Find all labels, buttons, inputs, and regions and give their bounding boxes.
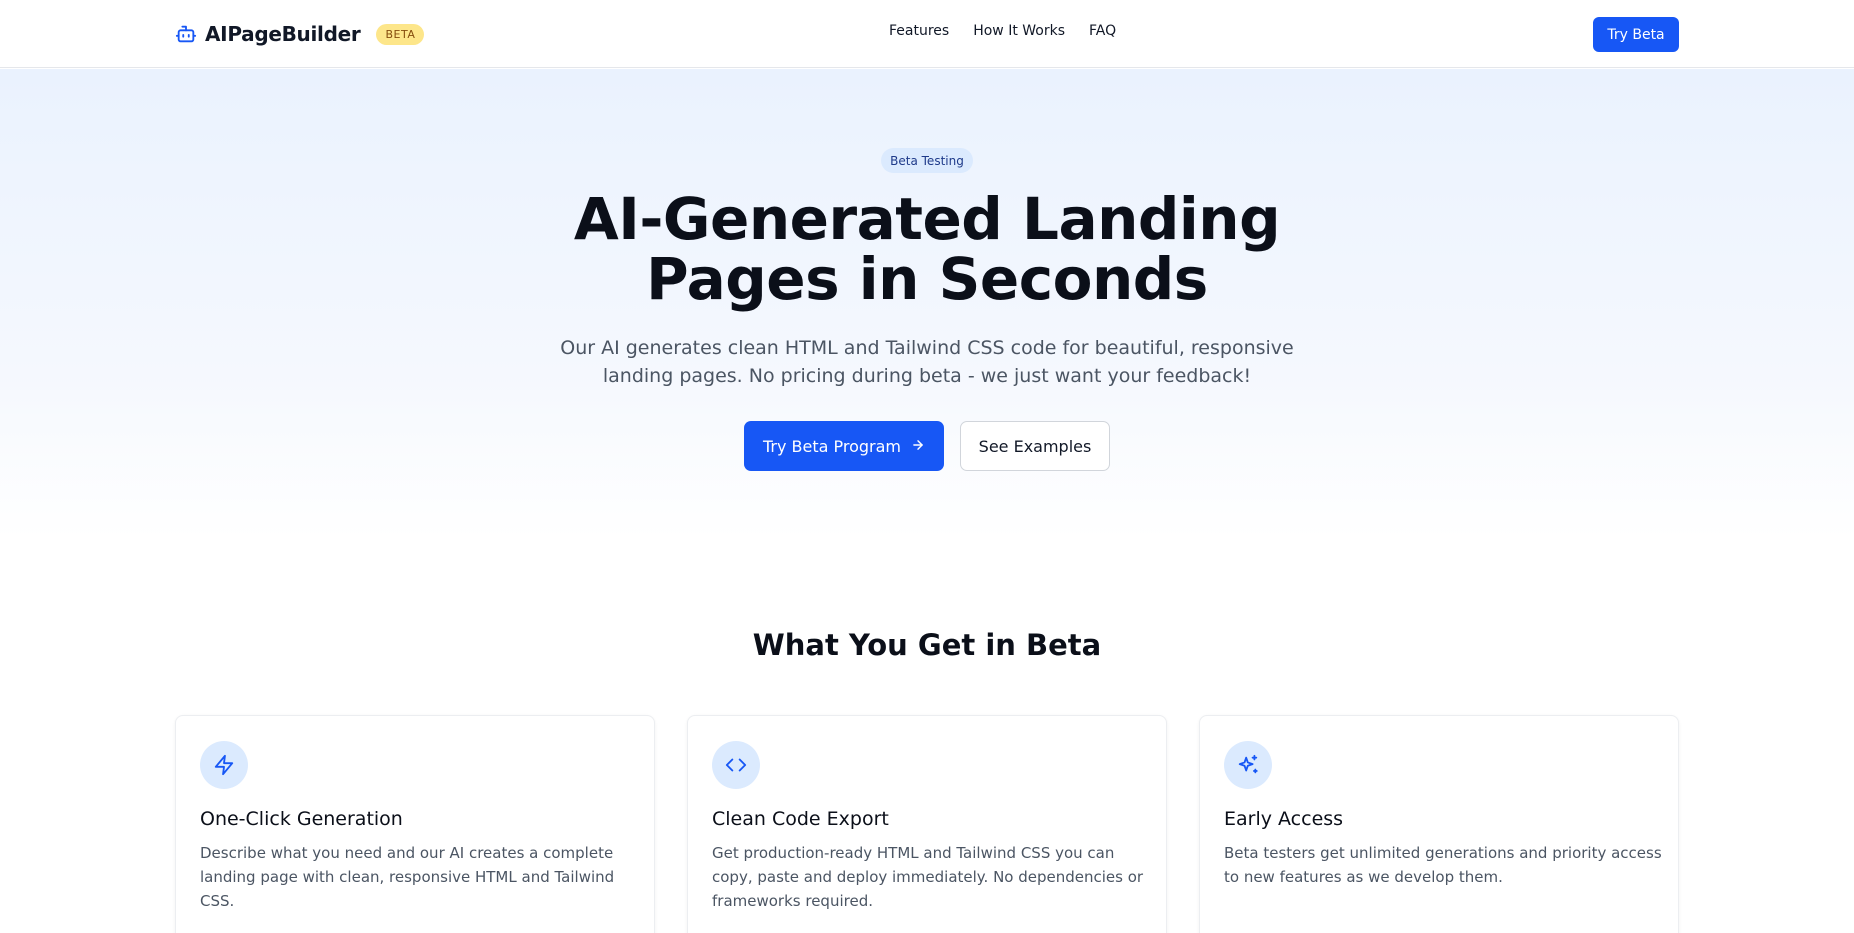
feature-card-one-click: One-Click Generation Describe what you n… xyxy=(175,715,655,933)
try-beta-button[interactable]: Try Beta xyxy=(1593,17,1679,52)
hero-subtitle: Our AI generates clean HTML and Tailwind… xyxy=(560,337,1294,387)
lightning-icon xyxy=(200,741,248,789)
hero-title: AI-Generated Landing Pages in Seconds xyxy=(573,185,1281,313)
hero-section: Beta Testing AI-Generated Landing Pages … xyxy=(0,69,1854,539)
feature-card-description: Describe what you need and our AI create… xyxy=(200,844,615,910)
features-title: What You Get in Beta xyxy=(752,628,1102,662)
brand-name: AIPageBuilder xyxy=(205,22,361,46)
feature-card-title: Clean Code Export xyxy=(712,808,889,830)
try-beta-program-label: Try Beta Program xyxy=(762,436,902,456)
nav-link-how-it-works[interactable]: How It Works xyxy=(973,23,1065,39)
nav-links: Features How It Works FAQ xyxy=(889,23,1116,39)
robot-icon xyxy=(175,23,197,45)
feature-card-early-access: Early Access Beta testers get unlimited … xyxy=(1199,715,1679,933)
code-icon xyxy=(712,741,760,789)
brand[interactable]: AIPageBuilder BETA xyxy=(175,18,425,50)
nav-link-features[interactable]: Features xyxy=(889,23,949,39)
feature-card-description: Beta testers get unlimited generations a… xyxy=(1224,844,1662,886)
see-examples-button[interactable]: See Examples xyxy=(960,421,1110,471)
nav-link-faq[interactable]: FAQ xyxy=(1089,23,1116,39)
feature-card-title: One-Click Generation xyxy=(200,808,403,830)
feature-card-clean-code: Clean Code Export Get production-ready H… xyxy=(687,715,1167,933)
try-beta-program-button[interactable]: Try Beta Program xyxy=(744,421,944,471)
beta-badge: BETA xyxy=(376,23,425,45)
beta-testing-badge: Beta Testing xyxy=(881,148,973,173)
sparkles-icon xyxy=(1224,741,1272,789)
navbar: AIPageBuilder BETA Features How It Works… xyxy=(0,0,1854,68)
feature-card-title: Early Access xyxy=(1224,808,1344,830)
arrow-right-icon xyxy=(911,437,925,456)
feature-card-description: Get production-ready HTML and Tailwind C… xyxy=(712,844,1144,910)
